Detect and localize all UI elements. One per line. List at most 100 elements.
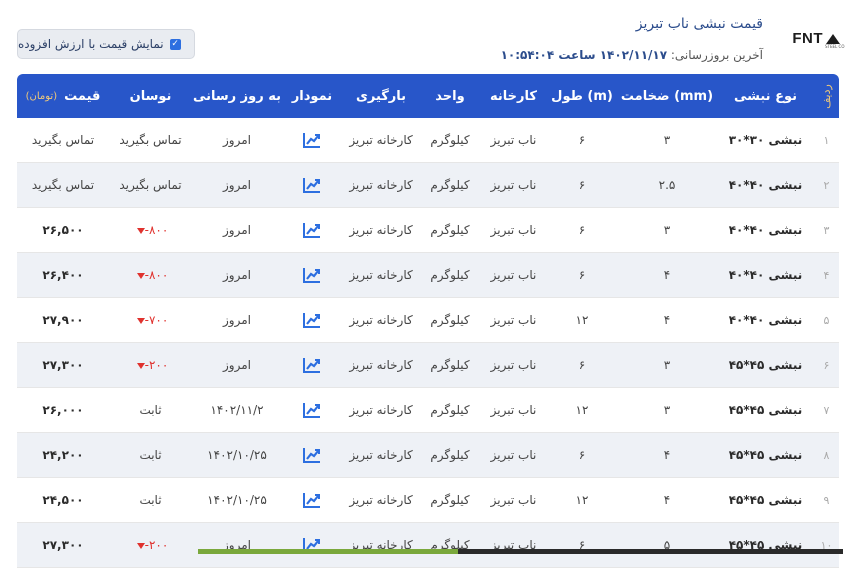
last-updated-label: آخرین بروزرسانی: <box>670 48 763 62</box>
logo-mark-icon: STEEL CO <box>825 34 844 49</box>
col-factory[interactable]: کارخانه <box>480 74 547 118</box>
cell-fluctuation: تماس بگیرید <box>119 133 182 147</box>
cell-type[interactable]: نبشی ۴۵*۴۵ <box>717 478 814 522</box>
cell-type[interactable]: نبشی ۴۰*۴۰ <box>717 208 814 252</box>
cell-loading: کارخانه تبریز <box>349 223 413 237</box>
horizontal-scrollbar[interactable] <box>198 549 843 554</box>
vat-label: نمایش قیمت با ارزش افزوده <box>18 37 164 51</box>
col-updated[interactable]: به روز رسانی <box>192 74 282 118</box>
cell-price: ۲۷,۳۰۰ <box>42 358 84 372</box>
cell-loading: کارخانه تبریز <box>349 403 413 417</box>
cell-type[interactable]: نبشی ۴۵*۴۵ <box>717 523 814 567</box>
cell-updated: امروز <box>223 133 251 147</box>
col-thickness[interactable]: ضخامت (mm) <box>617 74 717 118</box>
chart-icon[interactable] <box>282 343 342 387</box>
col-fluctuation[interactable]: نوسان <box>109 74 192 118</box>
page-title: قیمت نبشی ناب تبریز <box>635 16 763 32</box>
cell-unit: کیلوگرم <box>430 268 470 282</box>
col-length[interactable]: طول (m) <box>547 74 617 118</box>
cell-price: تماس بگیرید <box>31 178 95 192</box>
cell-unit: کیلوگرم <box>430 403 470 417</box>
logo-text: FNT <box>792 30 823 47</box>
col-type[interactable]: نوع نبشی <box>717 74 814 118</box>
cell-factory: ناب تبریز <box>490 493 537 507</box>
cell-unit: کیلوگرم <box>430 493 470 507</box>
cell-updated: امروز <box>223 268 251 282</box>
scrollbar-thumb[interactable] <box>198 549 458 554</box>
chart-icon[interactable] <box>282 433 342 477</box>
cell-index: ۱۰ <box>820 538 833 552</box>
cell-factory: ناب تبریز <box>490 403 537 417</box>
col-price-unit: (تومان) <box>25 90 58 102</box>
table-row: ۹ نبشی ۴۵*۴۵ ۴ ۱۲ ناب تبریز کیلوگرم کارخ… <box>17 478 839 523</box>
table-header: ردیف نوع نبشی ضخامت (mm) طول (m) کارخانه… <box>17 74 839 118</box>
fluctuation-down: -۲۰۰ <box>133 358 168 372</box>
vat-toggle[interactable]: ✓ نمایش قیمت با ارزش افزوده <box>17 29 195 59</box>
cell-unit: کیلوگرم <box>430 178 470 192</box>
cell-thickness: ۴ <box>663 313 671 327</box>
cell-type[interactable]: نبشی ۴۵*۴۵ <box>717 388 814 432</box>
fnt-logo[interactable]: FNT STEEL CO <box>792 30 844 49</box>
cell-thickness: ۴ <box>663 268 671 282</box>
cell-type[interactable]: نبشی ۴۰*۴۰ <box>717 298 814 342</box>
cell-loading: کارخانه تبریز <box>349 178 413 192</box>
col-unit[interactable]: واحد <box>420 74 480 118</box>
chart-icon[interactable] <box>282 208 342 252</box>
vat-checkbox[interactable]: ✓ <box>169 38 181 50</box>
cell-type[interactable]: نبشی ۳۰*۳۰ <box>717 118 814 162</box>
cell-loading: کارخانه تبریز <box>349 538 413 552</box>
chart-icon[interactable] <box>282 118 342 162</box>
table-row: ۸ نبشی ۴۵*۴۵ ۴ ۶ ناب تبریز کیلوگرم کارخا… <box>17 433 839 478</box>
cell-updated: امروز <box>223 358 251 372</box>
cell-updated: امروز <box>223 538 251 552</box>
chart-icon[interactable] <box>282 253 342 297</box>
cell-index: ۷ <box>823 403 830 417</box>
col-price[interactable]: (تومان) قیمت <box>17 74 109 118</box>
cell-updated: ۱۴۰۲/۱۰/۲۵ <box>207 493 267 507</box>
cell-type[interactable]: نبشی ۴۰*۴۰ <box>717 253 814 297</box>
cell-factory: ناب تبریز <box>490 268 537 282</box>
cell-loading: کارخانه تبریز <box>349 313 413 327</box>
chart-icon[interactable] <box>282 523 342 567</box>
cell-updated: ۱۴۰۲/۱۰/۲۵ <box>207 448 267 462</box>
price-table: ردیف نوع نبشی ضخامت (mm) طول (m) کارخانه… <box>17 74 839 568</box>
cell-price: ۲۴,۲۰۰ <box>42 448 84 462</box>
cell-fluctuation: ثابت <box>139 403 162 417</box>
cell-loading: کارخانه تبریز <box>349 133 413 147</box>
cell-loading: کارخانه تبریز <box>349 448 413 462</box>
chart-icon[interactable] <box>282 163 342 207</box>
cell-type[interactable]: نبشی ۴۵*۴۵ <box>717 433 814 477</box>
chart-icon[interactable] <box>282 478 342 522</box>
col-radif[interactable]: ردیف <box>814 74 839 118</box>
cell-thickness: ۳ <box>663 403 671 417</box>
table-row: ۴ نبشی ۴۰*۴۰ ۴ ۶ ناب تبریز کیلوگرم کارخا… <box>17 253 839 298</box>
cell-thickness: ۲.۵ <box>658 178 676 192</box>
col-chart[interactable]: نمودار <box>282 74 342 118</box>
cell-price: ۲۶,۴۰۰ <box>42 268 84 282</box>
col-loading[interactable]: بارگیری <box>342 74 420 118</box>
cell-thickness: ۳ <box>663 358 671 372</box>
cell-type[interactable]: نبشی ۴۵*۴۵ <box>717 343 814 387</box>
arrow-down-icon <box>136 272 145 279</box>
cell-length: ۱۲ <box>575 313 589 327</box>
cell-type[interactable]: نبشی ۴۰*۴۰ <box>717 163 814 207</box>
cell-index: ۸ <box>823 448 830 462</box>
cell-index: ۹ <box>823 493 830 507</box>
cell-factory: ناب تبریز <box>490 358 537 372</box>
chart-icon[interactable] <box>282 298 342 342</box>
table-row: ۱ نبشی ۳۰*۳۰ ۳ ۶ ناب تبریز کیلوگرم کارخا… <box>17 118 839 163</box>
cell-price: ۲۷,۹۰۰ <box>42 313 84 327</box>
chart-icon[interactable] <box>282 388 342 432</box>
cell-length: ۶ <box>578 268 586 282</box>
cell-thickness: ۳ <box>663 133 671 147</box>
arrow-down-icon <box>136 227 145 234</box>
cell-factory: ناب تبریز <box>490 133 537 147</box>
cell-price: تماس بگیرید <box>31 133 95 147</box>
cell-factory: ناب تبریز <box>490 538 537 552</box>
cell-loading: کارخانه تبریز <box>349 493 413 507</box>
cell-fluctuation: تماس بگیرید <box>119 178 182 192</box>
table-row: ۵ نبشی ۴۰*۴۰ ۴ ۱۲ ناب تبریز کیلوگرم کارخ… <box>17 298 839 343</box>
cell-fluctuation: -۲۰۰ <box>109 523 192 567</box>
cell-unit: کیلوگرم <box>430 223 470 237</box>
cell-unit: کیلوگرم <box>430 133 470 147</box>
